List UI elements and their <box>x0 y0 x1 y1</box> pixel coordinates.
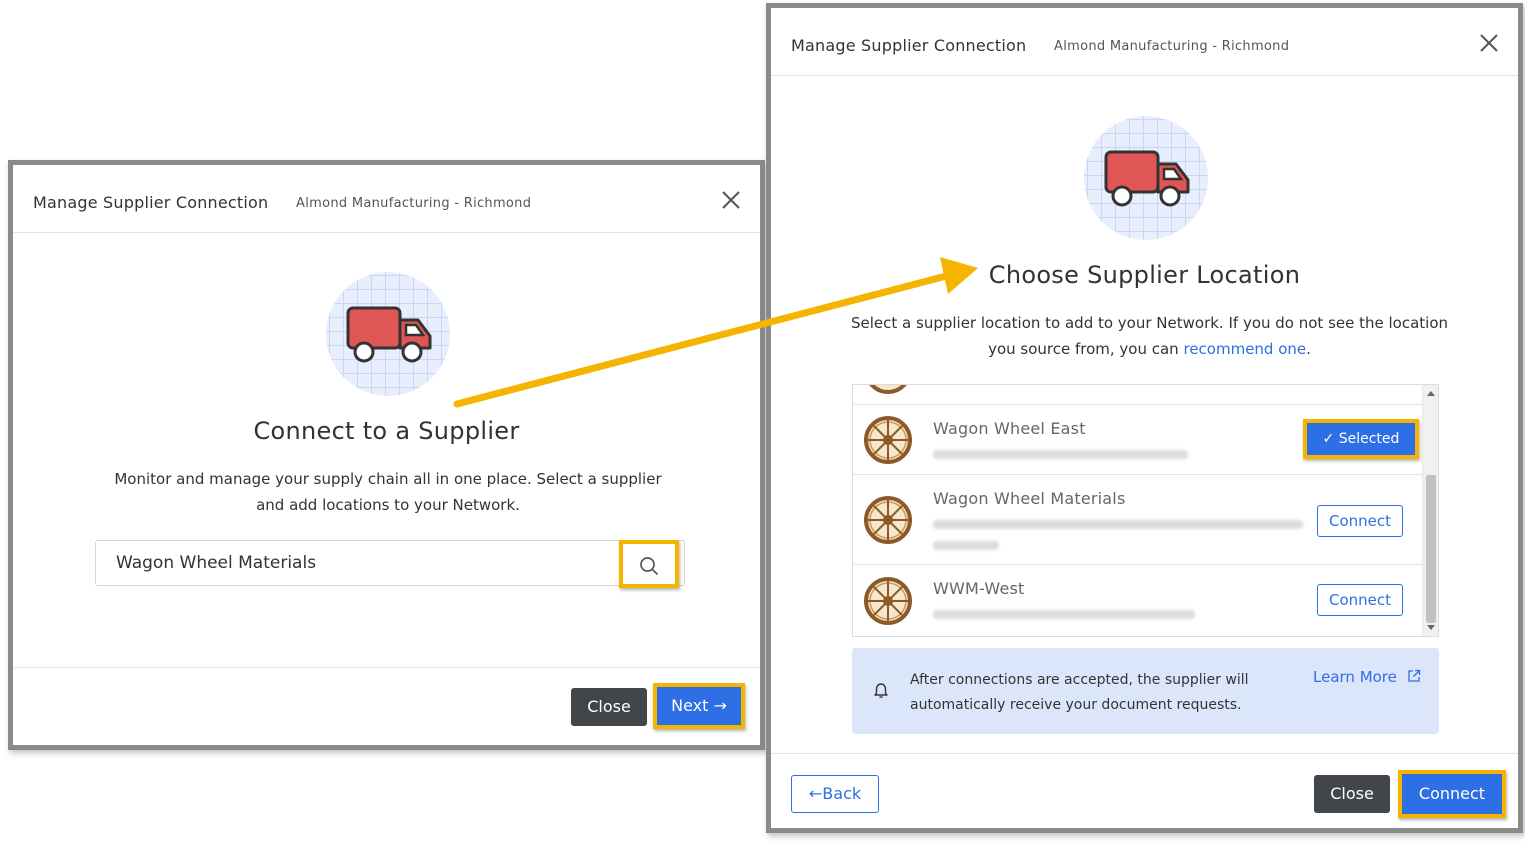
modal-description: Monitor and manage your supply chain all… <box>114 470 662 514</box>
info-banner: After connections are accepted, the supp… <box>852 648 1439 734</box>
connect-location-button[interactable]: Connect <box>1317 584 1403 616</box>
supplier-search-input[interactable] <box>96 541 616 585</box>
wagon-wheel-icon <box>864 577 912 625</box>
wagon-wheel-icon <box>869 385 907 394</box>
close-button[interactable]: Close <box>1314 775 1390 813</box>
modal-description: Select a supplier location to add to you… <box>851 310 1448 362</box>
location-address <box>933 520 1303 529</box>
recommend-link[interactable]: recommend one <box>1183 340 1306 358</box>
location-address <box>933 610 1195 619</box>
scroll-down-icon[interactable] <box>1427 625 1435 630</box>
list-item: WWM-West Connect <box>853 565 1423 636</box>
choose-location-modal: Manage Supplier Connection Almond Manufa… <box>766 3 1523 833</box>
supplier-search-field <box>95 540 685 586</box>
location-name: Wagon Wheel East <box>933 419 1086 438</box>
search-button[interactable] <box>619 540 679 588</box>
close-icon[interactable] <box>1478 32 1500 54</box>
next-label: Next <box>671 696 709 715</box>
back-button[interactable]: ←Back <box>791 775 879 813</box>
location-name: WWM-West <box>933 579 1025 598</box>
bell-icon <box>874 683 888 698</box>
truck-icon <box>1084 116 1208 240</box>
list-item: Wagon Wheel East ✓ Selected <box>853 405 1423 475</box>
back-label: Back <box>822 784 862 803</box>
external-link-icon <box>1408 669 1420 682</box>
connect-supplier-modal: Manage Supplier Connection Almond Manufa… <box>8 160 765 750</box>
selected-button[interactable]: ✓ Selected <box>1303 419 1419 459</box>
connect-button[interactable]: Connect <box>1398 770 1506 818</box>
search-icon <box>640 557 659 576</box>
description-text: Select a supplier location to add to you… <box>851 314 1449 358</box>
modal-footer: Close Next → <box>13 667 760 746</box>
arrow-right-icon: → <box>713 696 727 715</box>
info-text: After connections are accepted, the supp… <box>910 672 1249 713</box>
modal-subtitle: Almond Manufacturing - Richmond <box>1054 39 1290 54</box>
check-icon: ✓ <box>1322 431 1335 447</box>
list-scrollbar[interactable] <box>1422 385 1438 636</box>
modal-header: Manage Supplier Connection Almond Manufa… <box>13 165 760 233</box>
modal-title: Manage Supplier Connection <box>33 193 269 212</box>
modal-subtitle: Almond Manufacturing - Richmond <box>296 196 532 211</box>
location-address-line2 <box>933 541 999 550</box>
close-icon[interactable] <box>720 189 742 211</box>
modal-heading: Choose Supplier Location <box>988 261 1301 289</box>
description-end: . <box>1306 340 1311 358</box>
connect-location-button[interactable]: Connect <box>1317 505 1403 537</box>
scroll-up-icon[interactable] <box>1427 391 1435 396</box>
close-button[interactable]: Close <box>571 688 647 726</box>
modal-title: Manage Supplier Connection <box>791 36 1027 55</box>
wagon-wheel-icon <box>864 496 912 544</box>
next-button[interactable]: Next → <box>653 683 745 729</box>
selected-label: Selected <box>1338 431 1400 447</box>
wagon-wheel-icon <box>864 416 912 464</box>
location-list: Wagon Wheel East ✓ Selected Wagon Wheel … <box>852 384 1439 637</box>
list-item <box>853 385 1423 405</box>
arrow-left-icon: ← <box>808 784 823 803</box>
list-item: Wagon Wheel Materials Connect <box>853 475 1423 565</box>
learn-more-label: Learn More <box>1313 668 1397 686</box>
location-address <box>933 450 1188 459</box>
learn-more-link[interactable]: Learn More <box>1313 668 1421 686</box>
scroll-thumb[interactable] <box>1426 475 1436 623</box>
location-name: Wagon Wheel Materials <box>933 489 1126 508</box>
modal-heading: Connect to a Supplier <box>253 417 520 445</box>
truck-icon <box>326 272 450 396</box>
modal-header: Manage Supplier Connection Almond Manufa… <box>771 8 1518 76</box>
